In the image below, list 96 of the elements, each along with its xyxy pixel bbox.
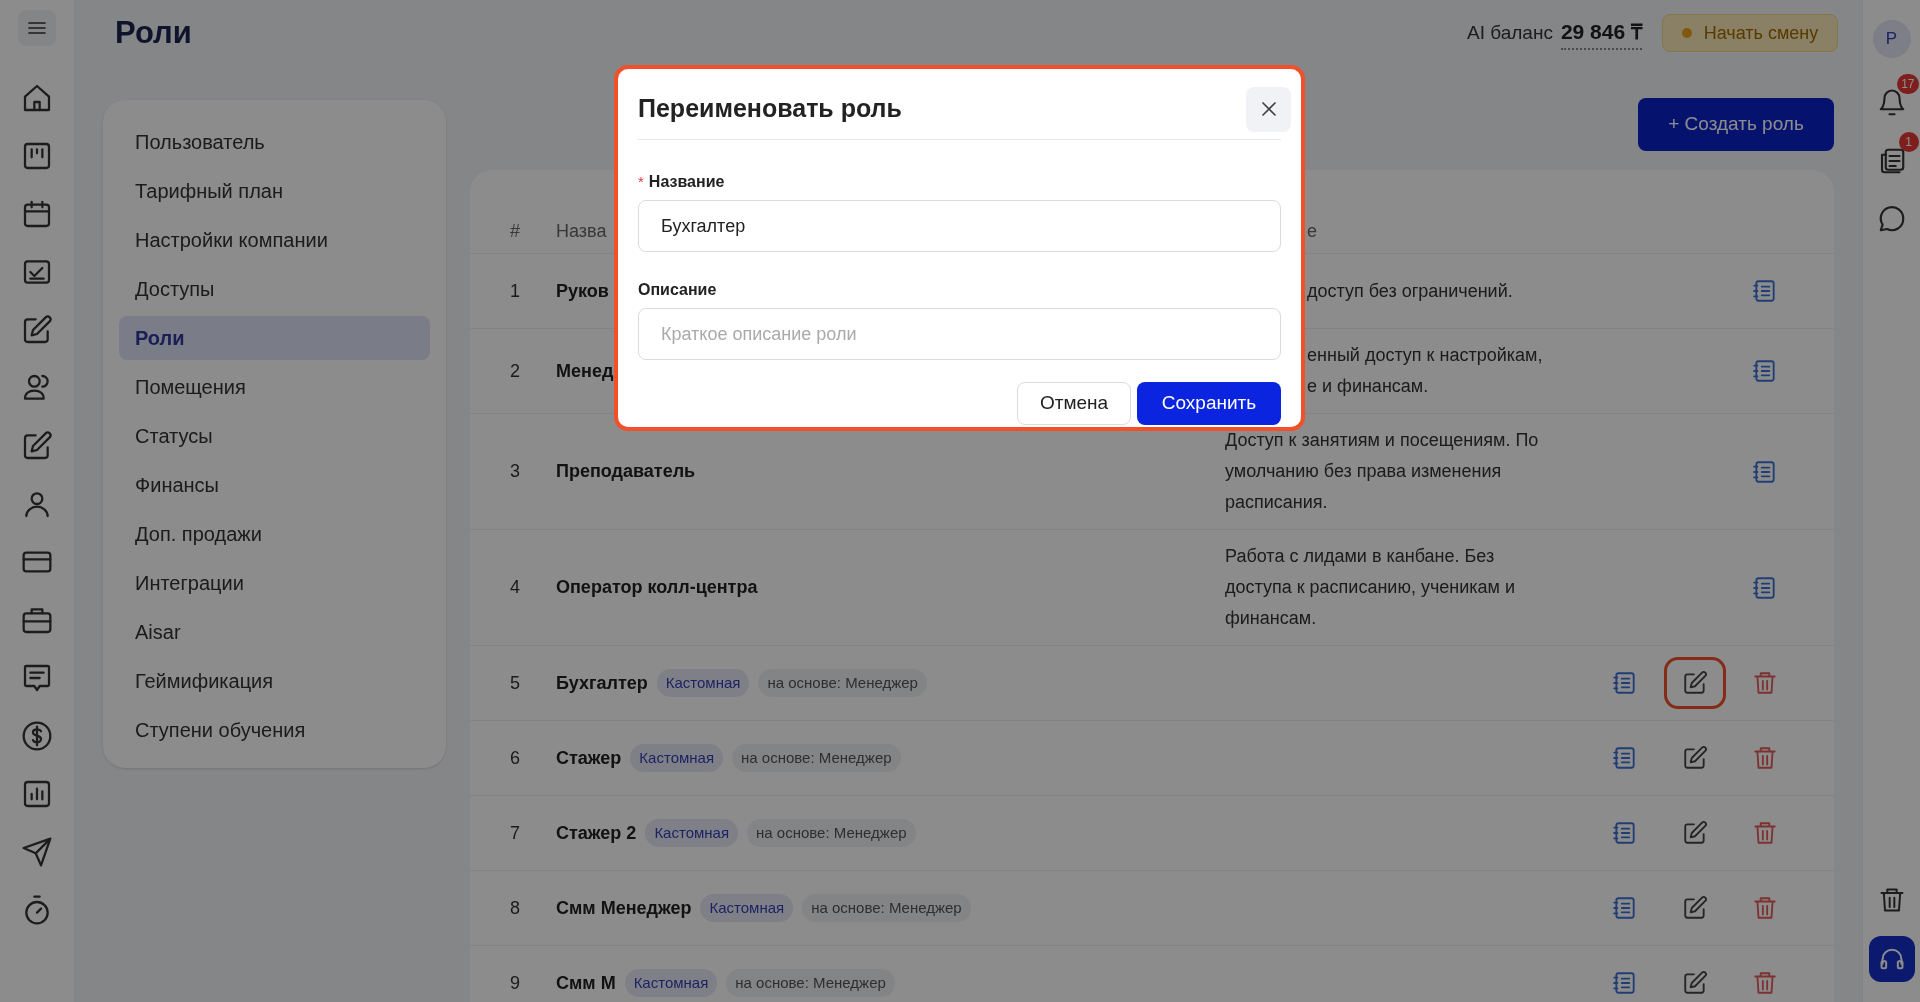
edit-icon[interactable] [21,430,53,462]
role-name: Менед [556,359,614,383]
settings-menu-item[interactable]: Настройки компании [119,218,430,262]
description-input-field[interactable]: Краткое описание роли [638,308,1281,360]
list-icon [1612,670,1638,696]
role-description: Доступ к занятиям и посещениям. По умолчанию без права изменения расписания. [1225,429,1540,514]
delete-icon [1752,670,1778,696]
edit-button[interactable] [1664,657,1726,709]
base-role-tag: на основе: Менеджер [732,743,901,773]
custom-tag: Кастомная [624,968,718,998]
settings-menu-item[interactable]: Доступы [119,267,430,311]
role-name: Стажер 2 [556,821,637,845]
avatar[interactable]: Р [1872,20,1911,58]
message-icon[interactable] [21,662,53,694]
settings-menu-item[interactable]: Доп. продажи [119,512,430,556]
edit-icon [1682,895,1708,921]
required-mark: * [638,171,644,192]
row-number: 2 [510,359,521,383]
custom-tag: Кастомная [630,743,724,773]
edit-icon[interactable] [21,314,53,346]
column-header: # [510,220,520,243]
role-name: Смм Менеджер [556,896,692,920]
edit-icon [1682,670,1708,696]
notification-badge: 1 [1898,132,1919,152]
field-label: Описание [638,280,717,300]
row-number: 5 [510,671,521,695]
settings-menu-item[interactable]: Интеграции [119,561,430,605]
base-role-tag: на основе: Менеджер [802,893,971,923]
custom-tag: Кастомная [700,893,794,923]
row-number: 9 [510,971,521,995]
dollar-icon[interactable] [21,720,53,752]
balance-value: 29 846 ₸ [1560,16,1642,50]
list-icon [1752,574,1778,601]
settings-menu-item[interactable]: Ступени обучения [119,708,430,752]
list-icon [1752,458,1778,485]
role-name: Оператор колл-центра [556,576,758,599]
settings-menu-item[interactable]: Aisar [119,610,430,654]
column-header: Назва [556,220,607,243]
row-number: 6 [510,746,521,770]
create-role-button[interactable]: + Создать роль [1638,98,1834,151]
delete-icon [1752,895,1778,921]
send-icon[interactable] [21,836,53,868]
settings-menu-item[interactable]: Пользователь [119,120,430,164]
role-description: Работа с лидами в канбане. Без доступа к расписанию, ученикам и финансам. [1225,545,1517,630]
start-shift-button[interactable]: Начать смену [1662,14,1838,52]
row-number: 8 [510,896,521,920]
row-number: 3 [510,460,521,483]
edit-icon [1682,820,1708,846]
settings-menu-item[interactable]: Помещения [119,365,430,409]
calendar-icon[interactable] [21,198,53,230]
board-icon[interactable] [21,140,53,172]
list-icon [1752,278,1778,304]
row-number: 1 [510,279,521,303]
home-icon[interactable] [21,82,53,114]
page-title: Роли [115,13,192,52]
role-description: доступ без ограничений. [1307,279,1513,303]
edit-icon [1682,745,1708,771]
role-name: Смм М [556,971,616,995]
settings-menu-item[interactable]: Статусы [119,414,430,458]
role-name: Преподаватель [556,460,696,483]
bar-chart-icon[interactable] [21,778,53,810]
role-name: Бухгалтер [556,671,648,695]
list-icon [1612,970,1638,996]
role-name: Стажер [556,746,622,770]
list-icon [1612,895,1638,921]
menu-button[interactable] [18,10,56,46]
column-header: е [1307,220,1317,243]
save-button[interactable]: Сохранить [1137,382,1281,425]
settings-menu-item[interactable]: Геймификация [119,659,430,703]
base-role-tag: на основе: Менеджер [758,668,927,698]
role-description: енный доступ к настройкам, е и финансам. [1307,344,1543,398]
settings-menu-item[interactable]: Роли [119,316,430,360]
dialog-title: Переименовать роль [638,93,902,125]
role-name: Руков [556,279,609,303]
close-button[interactable] [1246,86,1291,132]
delete-icon [1752,745,1778,771]
list-icon [1612,745,1638,771]
edit-icon [1682,970,1708,996]
base-role-tag: на основе: Менеджер [747,818,916,848]
custom-tag: Кастомная [645,818,739,848]
field-label: Название [648,172,725,192]
settings-menu-item[interactable]: Финансы [119,463,430,507]
row-number: 7 [510,821,521,845]
custom-tag: Кастомная [656,668,750,698]
balance-label: AI баланс [1467,20,1553,45]
name-input-field[interactable]: Бухгалтер [638,200,1281,252]
notification-badge: 17 [1897,74,1919,94]
list-icon [1752,358,1778,384]
list-icon [1612,820,1638,846]
cancel-button[interactable]: Отмена [1017,382,1131,425]
delete-icon [1752,970,1778,996]
delete-icon [1752,820,1778,846]
settings-menu-item[interactable]: Тарифный план [119,169,430,213]
base-role-tag: на основе: Менеджер [726,968,895,998]
row-number: 4 [510,576,521,599]
support-button[interactable] [1868,936,1915,982]
